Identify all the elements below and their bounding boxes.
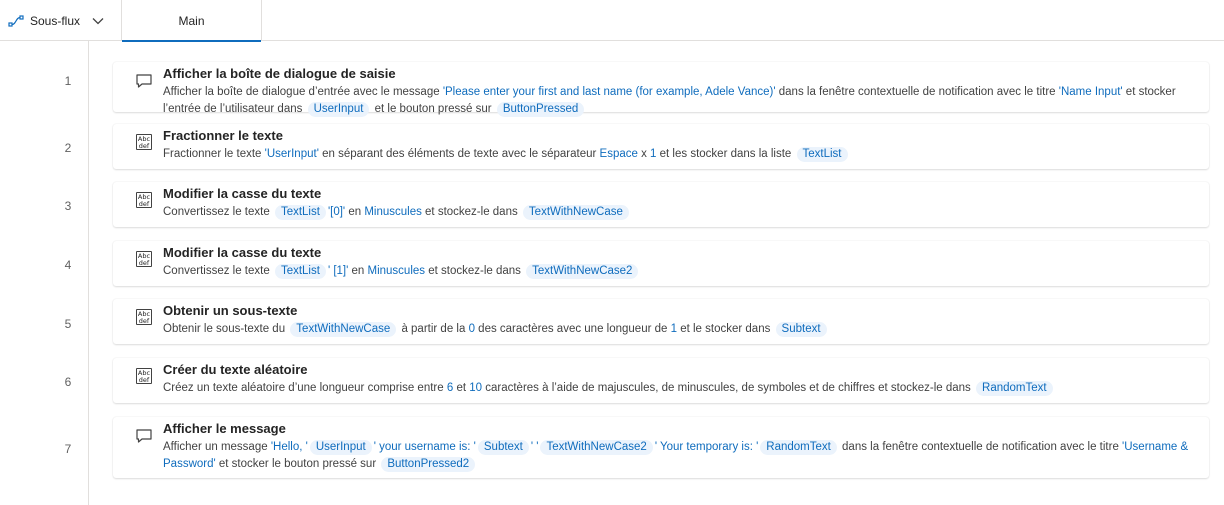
action-description: Afficher la boîte de dialogue d’entrée a… [163, 84, 1193, 118]
description-text: en [348, 265, 368, 277]
line-number: 7 [64, 442, 72, 456]
description-text: et [453, 382, 470, 394]
variable-pill: TextList [274, 205, 326, 220]
description-text: dans la fenêtre contextuelle de notifica… [838, 441, 1123, 453]
description-text: x [637, 148, 651, 160]
chevron-down-icon [92, 17, 104, 25]
action-title: Modifier la casse du texte [163, 245, 322, 260]
action-title: Afficher le message [163, 421, 286, 436]
parameter-value: ' ' [530, 441, 539, 453]
action-description: Convertissez le texte TextList ' [1]' en … [163, 263, 1193, 280]
message-box-icon [135, 427, 153, 445]
variable-pill: UserInput [307, 102, 370, 117]
action-title: Modifier la casse du texte [163, 186, 322, 201]
tab-main[interactable]: Main [122, 0, 261, 42]
action-description: Créez un texte aléatoire d’une longueur … [163, 380, 1193, 397]
action-card[interactable]: Abc def Obtenir un sous-texte Obtenir le so… [113, 299, 1209, 344]
action-card[interactable]: Afficher le message Afficher un message '… [113, 417, 1209, 478]
abc-text-icon: Abc def [136, 251, 152, 267]
line-number: 6 [64, 375, 72, 389]
subflow-icon [8, 14, 24, 28]
parameter-value: Espace [599, 148, 638, 160]
description-text: en séparant des éléments de texte avec l… [318, 148, 600, 160]
action-description: Convertissez le texte TextList '[0]' en M… [163, 204, 1193, 221]
variable-pill: TextList [274, 264, 326, 279]
subflows-label: Sous-flux [30, 14, 81, 28]
parameter-value: ' your username is: ' [373, 441, 476, 453]
line-number: 1 [64, 74, 72, 88]
parameter-value: Minuscules [367, 265, 426, 277]
line-number: 4 [64, 258, 72, 272]
variable-pill: TextWithNewCase [522, 205, 629, 220]
variable-pill: ButtonPressed2 [381, 457, 476, 472]
description-text: Créez un texte aléatoire d’une longueur … [163, 382, 447, 394]
action-card[interactable]: Abc def Créer du texte aléatoire Créez un … [113, 358, 1209, 403]
action-description: Afficher un message 'Hello, ' UserInput ' … [163, 439, 1193, 473]
parameter-value: 10 [469, 382, 483, 394]
action-card[interactable]: Afficher la boîte de dialogue de saisie A… [113, 62, 1209, 117]
message-box-icon [135, 72, 153, 90]
action-card[interactable]: Abc def Modifier la casse du texte Converti… [113, 241, 1209, 286]
variable-pill: Subtext [477, 440, 529, 455]
abc-text-icon: Abc def [136, 309, 152, 325]
parameter-value: Minuscules [364, 206, 422, 218]
description-text: et stockez-le dans [425, 265, 525, 277]
description-text: et les stocker dans la liste [656, 148, 795, 160]
line-number: 5 [64, 317, 72, 331]
action-description: Fractionner le texte 'UserInput' en sépa… [163, 146, 1193, 163]
action-description: Obtenir le sous-texte du TextWithNewCase… [163, 321, 1193, 338]
description-text: Convertissez le texte [163, 265, 273, 277]
description-text: des caractères avec une longueur de [474, 323, 671, 335]
variable-pill: TextWithNewCase2 [526, 264, 639, 279]
description-text: caractères à l’aide de majuscules, de mi… [482, 382, 975, 394]
line-number: 3 [64, 199, 72, 213]
parameter-value: ' Your temporary is: ' [654, 441, 759, 453]
action-title: Créer du texte aléatoire [163, 362, 308, 377]
designer-tab-bar: Sous-flux Main [0, 0, 1224, 42]
abc-text-icon: Abc def [136, 134, 152, 150]
line-number: 2 [64, 141, 72, 155]
parameter-value: 'Please enter your first and last name (… [442, 86, 776, 98]
variable-pill: TextWithNewCase [290, 322, 397, 337]
description-text: Obtenir le sous-texte du [163, 323, 289, 335]
action-title: Obtenir un sous-texte [163, 303, 298, 318]
parameter-value: 'Name Input' [1058, 86, 1123, 98]
variable-pill: RandomText [760, 440, 837, 455]
variable-pill: UserInput [309, 440, 372, 455]
action-title: Fractionner le texte [163, 128, 283, 143]
description-text: dans la fenêtre contextuelle de notifica… [775, 86, 1059, 98]
tab-main-label: Main [178, 13, 205, 28]
description-text: en [345, 206, 365, 218]
variable-pill: ButtonPressed [496, 102, 585, 117]
description-text: Fractionner le texte [163, 148, 265, 160]
action-card[interactable]: Abc def Fractionner le texte Fractionner le… [113, 124, 1209, 169]
description-text: Afficher un message [163, 441, 271, 453]
description-text: à partir de la [398, 323, 469, 335]
parameter-value: '[0]' [327, 206, 346, 218]
parameter-value: 'Hello, ' [270, 441, 308, 453]
action-card[interactable]: Abc def Modifier la casse du texte Converti… [113, 182, 1209, 227]
description-text: Afficher la boîte de dialogue d’entrée a… [163, 86, 443, 98]
line-number-gutter-border [88, 41, 89, 505]
parameter-value: 'UserInput' [264, 148, 319, 160]
parameter-value: ' [1]' [327, 265, 349, 277]
description-text: et le bouton pressé sur [371, 103, 495, 115]
variable-pill: TextList [796, 147, 848, 162]
description-text: Convertissez le texte [163, 206, 273, 218]
variable-pill: TextWithNewCase2 [540, 440, 653, 455]
description-text: et le stocker dans [677, 323, 774, 335]
action-title: Afficher la boîte de dialogue de saisie [163, 66, 396, 81]
variable-pill: Subtext [775, 322, 827, 337]
abc-text-icon: Abc def [136, 368, 152, 384]
tab-divider [261, 0, 262, 40]
abc-text-icon: Abc def [136, 192, 152, 208]
variable-pill: RandomText [976, 381, 1053, 396]
subflows-dropdown[interactable]: Sous-flux [8, 10, 104, 32]
description-text: et stocker le bouton pressé sur [215, 458, 380, 470]
description-text: et stockez-le dans [421, 206, 521, 218]
